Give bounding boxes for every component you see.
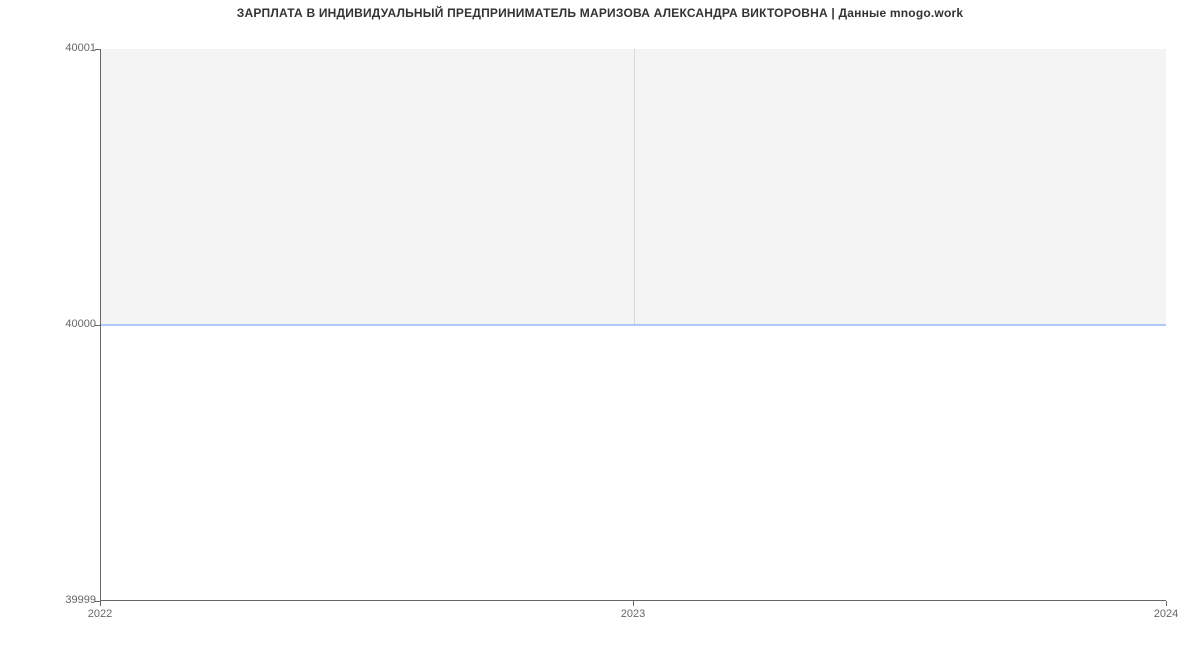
x-tick-label: 2022 — [88, 608, 112, 620]
x-tick-mark — [1166, 601, 1167, 606]
data-line — [101, 324, 1166, 325]
x-tick-label: 2023 — [621, 608, 645, 620]
y-tick-label: 40000 — [36, 318, 96, 330]
x-tick-label: 2024 — [1154, 608, 1178, 620]
salary-chart: ЗАРПЛАТА В ИНДИВИДУАЛЬНЫЙ ПРЕДПРИНИМАТЕЛ… — [0, 0, 1200, 650]
plot-area — [100, 49, 1166, 601]
y-tick-label: 40001 — [36, 42, 96, 54]
x-tick-mark — [633, 601, 634, 606]
x-gridline — [634, 49, 635, 325]
x-tick-mark — [100, 601, 101, 606]
chart-title: ЗАРПЛАТА В ИНДИВИДУАЛЬНЫЙ ПРЕДПРИНИМАТЕЛ… — [0, 6, 1200, 20]
y-tick-label: 39999 — [36, 594, 96, 606]
